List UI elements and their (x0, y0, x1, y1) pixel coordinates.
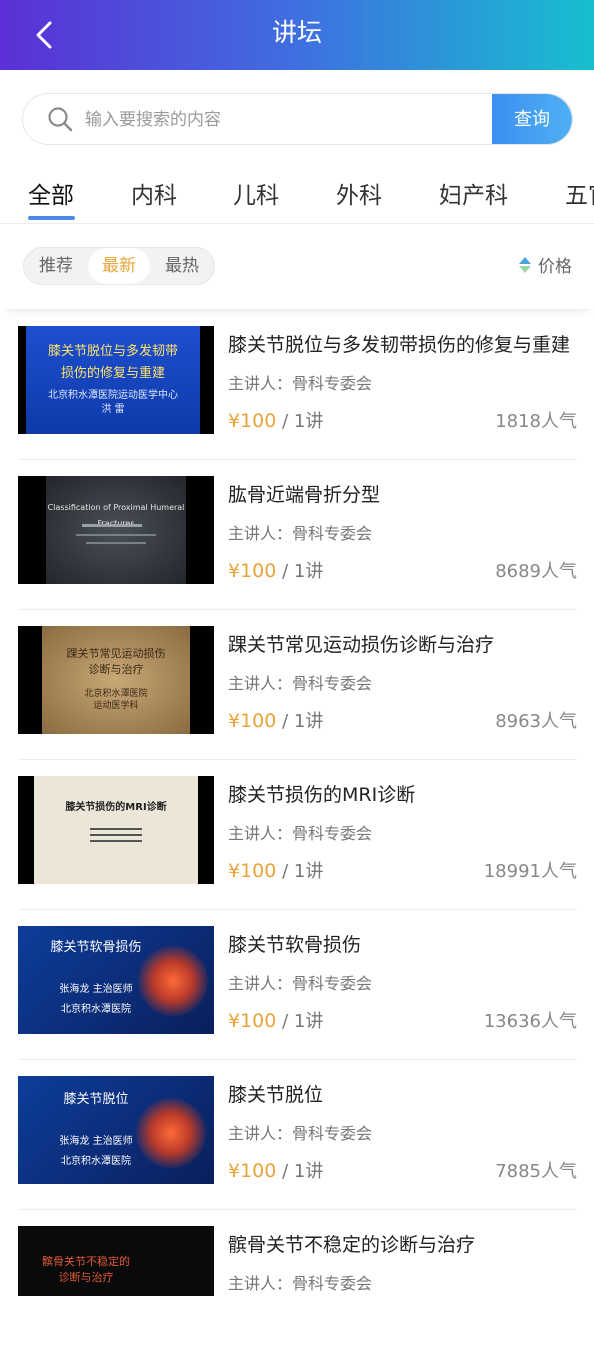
sort-recommended[interactable]: 推荐 (26, 248, 86, 284)
thumbnail-text: 髌骨关节不稳定的 (42, 1255, 130, 1268)
lecture-price: ¥100 / 1讲 (228, 1007, 323, 1033)
thumbnail-text: 洪 雷 (101, 404, 125, 415)
thumbnail-text: 膝关节损伤的MRI诊断 (65, 802, 167, 813)
list-item[interactable]: 髌骨关节不稳定的 诊断与治疗 髌骨关节不稳定的诊断与治疗 主讲人：骨科专委会 (18, 1210, 577, 1360)
list-item[interactable]: Classification of Proximal Humeral Fract… (18, 460, 577, 610)
tab-ent[interactable]: 五官 (565, 176, 594, 210)
price-value: ¥100 (228, 410, 277, 432)
thumbnail-decoration (90, 840, 142, 842)
thumbnail-text: 北京积水潭医院 (61, 1156, 131, 1167)
lecture-speaker: 主讲人：骨科专委会 (228, 824, 373, 843)
category-tabs: 全部 内科 儿科 外科 妇产科 五官 (0, 160, 594, 224)
tab-obstetrics[interactable]: 妇产科 (439, 176, 508, 210)
thumbnail-text: 损伤的修复与重建 (60, 366, 165, 381)
lecture-speaker: 主讲人：骨科专委会 (228, 974, 373, 993)
thumbnail-text: 诊断与治疗 (88, 663, 144, 676)
lecture-title: 膝关节脱位与多发韧带损伤的修复与重建 (228, 334, 571, 356)
price-value: ¥100 (228, 1160, 277, 1182)
price-unit: / 1讲 (276, 861, 324, 882)
search-button[interactable]: 查询 (492, 94, 572, 144)
popularity-count: 8689人气 (495, 561, 577, 582)
lecture-thumbnail: 膝关节软骨损伤 张海龙 主治医师 北京积水潭医院 (18, 926, 214, 1034)
lecture-price: ¥100 / 1讲 (228, 707, 323, 733)
lecture-title: 踝关节常见运动损伤诊断与治疗 (228, 634, 495, 656)
lecture-thumbnail: 膝关节脱位 张海龙 主治医师 北京积水潭医院 (18, 1076, 214, 1184)
lecture-thumbnail: 膝关节损伤的MRI诊断 (18, 776, 214, 884)
lecture-thumbnail: 踝关节常见运动损伤 诊断与治疗 北京积水潭医院 运动医学科 (18, 626, 214, 734)
list-item[interactable]: 踝关节常见运动损伤 诊断与治疗 北京积水潭医院 运动医学科 踝关节常见运动损伤诊… (18, 610, 577, 760)
popularity-count: 1818人气 (495, 411, 577, 432)
active-tab-indicator (28, 216, 75, 220)
thumbnail-decoration (82, 524, 142, 527)
lecture-price: ¥100 / 1讲 (228, 557, 323, 583)
lecture-title: 膝关节脱位 (228, 1084, 324, 1106)
list-item[interactable]: 膝关节脱位 张海龙 主治医师 北京积水潭医院 膝关节脱位 主讲人：骨科专委会 ¥… (18, 1060, 577, 1210)
lecture-title: 肱骨近端骨折分型 (228, 484, 381, 506)
thumbnail-decoration (76, 534, 156, 536)
popularity-count: 7885人气 (495, 1161, 577, 1182)
list-item[interactable]: 膝关节损伤的MRI诊断 膝关节损伤的MRI诊断 主讲人：骨科专委会 ¥100 /… (18, 760, 577, 910)
sort-segmented-control: 推荐 最新 最热 (23, 247, 215, 285)
sort-newest[interactable]: 最新 (88, 248, 150, 284)
thumbnail-decoration (90, 834, 142, 836)
lecture-speaker: 主讲人：骨科专委会 (228, 374, 373, 393)
tab-surgery[interactable]: 外科 (336, 176, 382, 210)
search-icon (48, 107, 73, 132)
sort-bar: 推荐 最新 最热 价格 (0, 225, 594, 309)
price-unit: / 1讲 (276, 1011, 324, 1032)
price-value: ¥100 (228, 1010, 277, 1032)
price-unit: / 1讲 (276, 711, 324, 732)
tab-internal-medicine[interactable]: 内科 (131, 176, 177, 210)
search-bar: 查询 (22, 93, 573, 145)
thumbnail-decoration (86, 542, 146, 544)
lecture-title: 膝关节损伤的MRI诊断 (228, 784, 416, 806)
popularity-count: 8963人气 (495, 711, 577, 732)
lecture-title: 膝关节软骨损伤 (228, 934, 362, 956)
popularity-count: 13636人气 (483, 1011, 577, 1032)
tab-pediatrics[interactable]: 儿科 (233, 176, 279, 210)
thumbnail-text: 膝关节脱位 (63, 1092, 129, 1107)
thumbnail-decoration (90, 828, 142, 830)
lecture-speaker: 主讲人：骨科专委会 (228, 1124, 373, 1143)
thumbnail-text: Classification of Proximal Humeral Fract… (47, 503, 185, 528)
lecture-thumbnail: 膝关节脱位与多发韧带 损伤的修复与重建 北京积水潭医院运动医学中心 洪 雷 (18, 326, 214, 434)
price-sort-button[interactable]: 价格 (518, 255, 572, 279)
page-title: 讲坛 (271, 18, 322, 47)
price-value: ¥100 (228, 560, 277, 582)
lecture-thumbnail: 髌骨关节不稳定的 诊断与治疗 (18, 1226, 214, 1296)
price-unit: / 1讲 (276, 561, 324, 582)
thumbnail-text: 张海龙 主治医师 (59, 1136, 133, 1147)
lecture-speaker: 主讲人：骨科专委会 (228, 1274, 373, 1293)
lecture-speaker: 主讲人：骨科专委会 (228, 524, 373, 543)
thumbnail-text: 诊断与治疗 (58, 1271, 114, 1284)
sort-updown-icon (519, 257, 531, 273)
lecture-thumbnail: Classification of Proximal Humeral Fract… (18, 476, 214, 584)
popularity-count: 18991人气 (483, 861, 577, 882)
lecture-price: ¥100 / 1讲 (228, 857, 323, 883)
price-sort-label: 价格 (538, 257, 572, 277)
price-value: ¥100 (228, 860, 277, 882)
price-unit: / 1讲 (276, 1161, 324, 1182)
price-unit: / 1讲 (276, 411, 324, 432)
sort-hottest[interactable]: 最热 (152, 248, 212, 284)
list-item[interactable]: 膝关节软骨损伤 张海龙 主治医师 北京积水潭医院 膝关节软骨损伤 主讲人：骨科专… (18, 910, 577, 1060)
thumbnail-text: 北京积水潭医院 (61, 1004, 131, 1015)
lecture-title: 髌骨关节不稳定的诊断与治疗 (228, 1234, 476, 1256)
list-item[interactable]: 膝关节脱位与多发韧带 损伤的修复与重建 北京积水潭医院运动医学中心 洪 雷 膝关… (18, 310, 577, 460)
price-value: ¥100 (228, 710, 277, 732)
thumbnail-text: 运动医学科 (93, 701, 139, 711)
tab-all[interactable]: 全部 (28, 176, 74, 210)
thumbnail-text: 膝关节软骨损伤 (50, 940, 142, 955)
search-input[interactable] (85, 94, 495, 144)
thumbnail-text: 踝关节常见运动损伤 (66, 647, 166, 660)
thumbnail-text: 膝关节脱位与多发韧带 (47, 344, 178, 359)
thumbnail-text: 张海龙 主治医师 (59, 984, 133, 995)
lecture-price: ¥100 / 1讲 (228, 1157, 323, 1183)
app-header: 讲坛 (0, 0, 594, 70)
lecture-price: ¥100 / 1讲 (228, 407, 323, 433)
lecture-speaker: 主讲人：骨科专委会 (228, 674, 373, 693)
